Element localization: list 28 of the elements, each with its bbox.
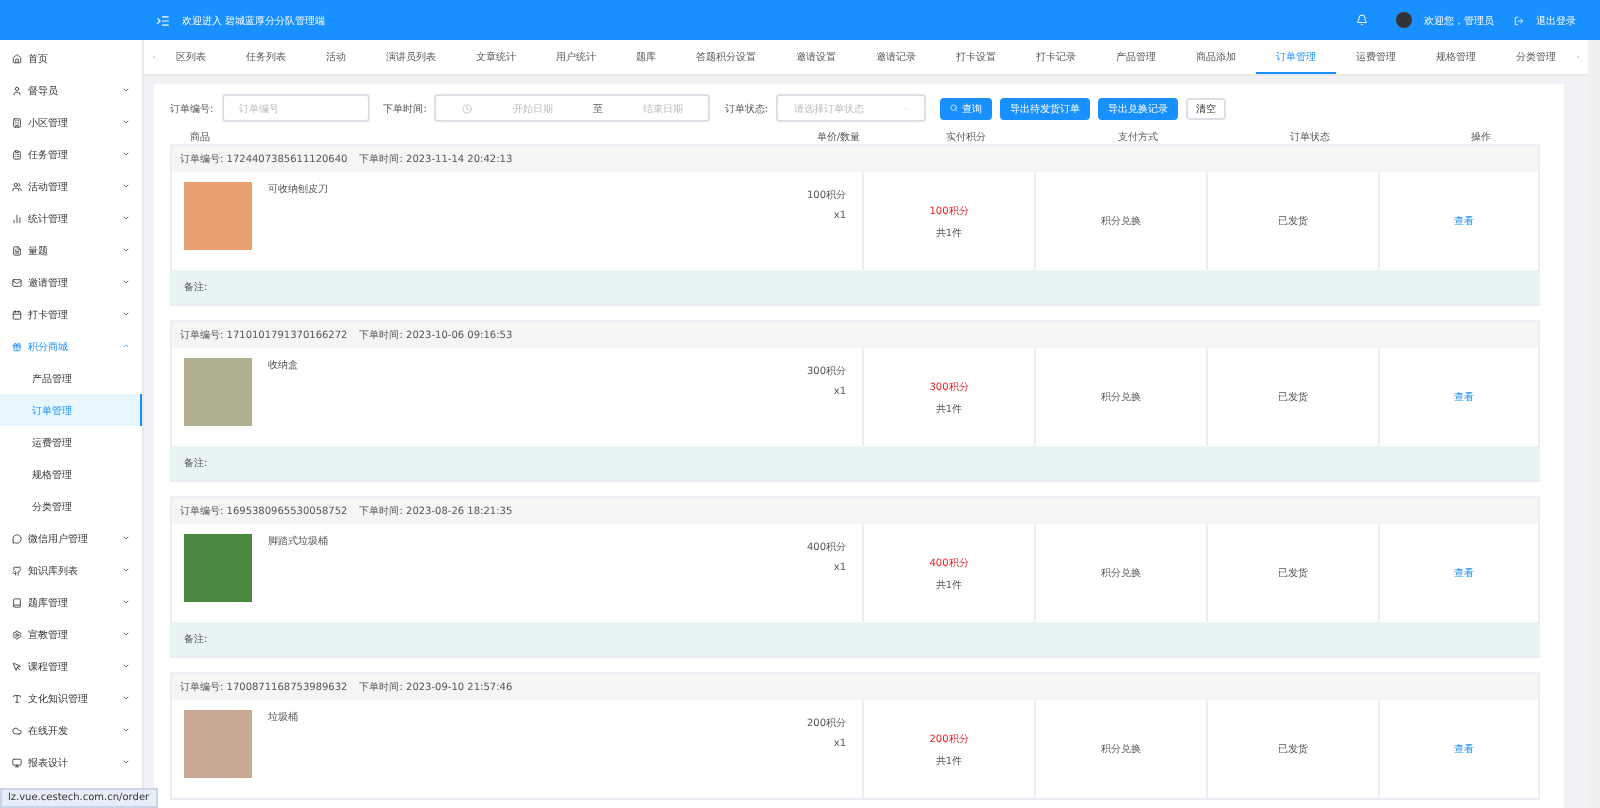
menu-icon — [12, 85, 22, 95]
menu-icon — [12, 757, 22, 767]
menu-icon — [12, 181, 22, 191]
photo-placeholder — [184, 358, 252, 426]
avatar — [1396, 12, 1412, 28]
menu-icon — [12, 597, 22, 607]
menu-icon — [12, 309, 22, 319]
photo-placeholder — [184, 534, 252, 602]
menu-icon — [12, 533, 22, 543]
bell-icon[interactable] — [1356, 14, 1368, 26]
menu-icon — [12, 693, 22, 703]
menu-icon — [12, 53, 22, 63]
menu-icon — [12, 565, 22, 575]
menu-icon — [12, 725, 22, 735]
menu-icon — [12, 341, 22, 351]
logout-icon[interactable] — [1514, 15, 1524, 25]
search-icon — [950, 104, 959, 112]
menu-icon — [12, 277, 22, 287]
menu-toggle-icon[interactable] — [156, 13, 170, 27]
menu-icon — [12, 245, 22, 255]
photo-placeholder — [184, 710, 252, 778]
menu-icon — [12, 149, 22, 159]
menu-icon — [12, 213, 22, 223]
clock-icon — [462, 103, 473, 113]
menu-icon — [12, 117, 22, 127]
menu-icon — [12, 661, 22, 671]
menu-icon — [12, 629, 22, 639]
photo-placeholder — [184, 182, 252, 250]
